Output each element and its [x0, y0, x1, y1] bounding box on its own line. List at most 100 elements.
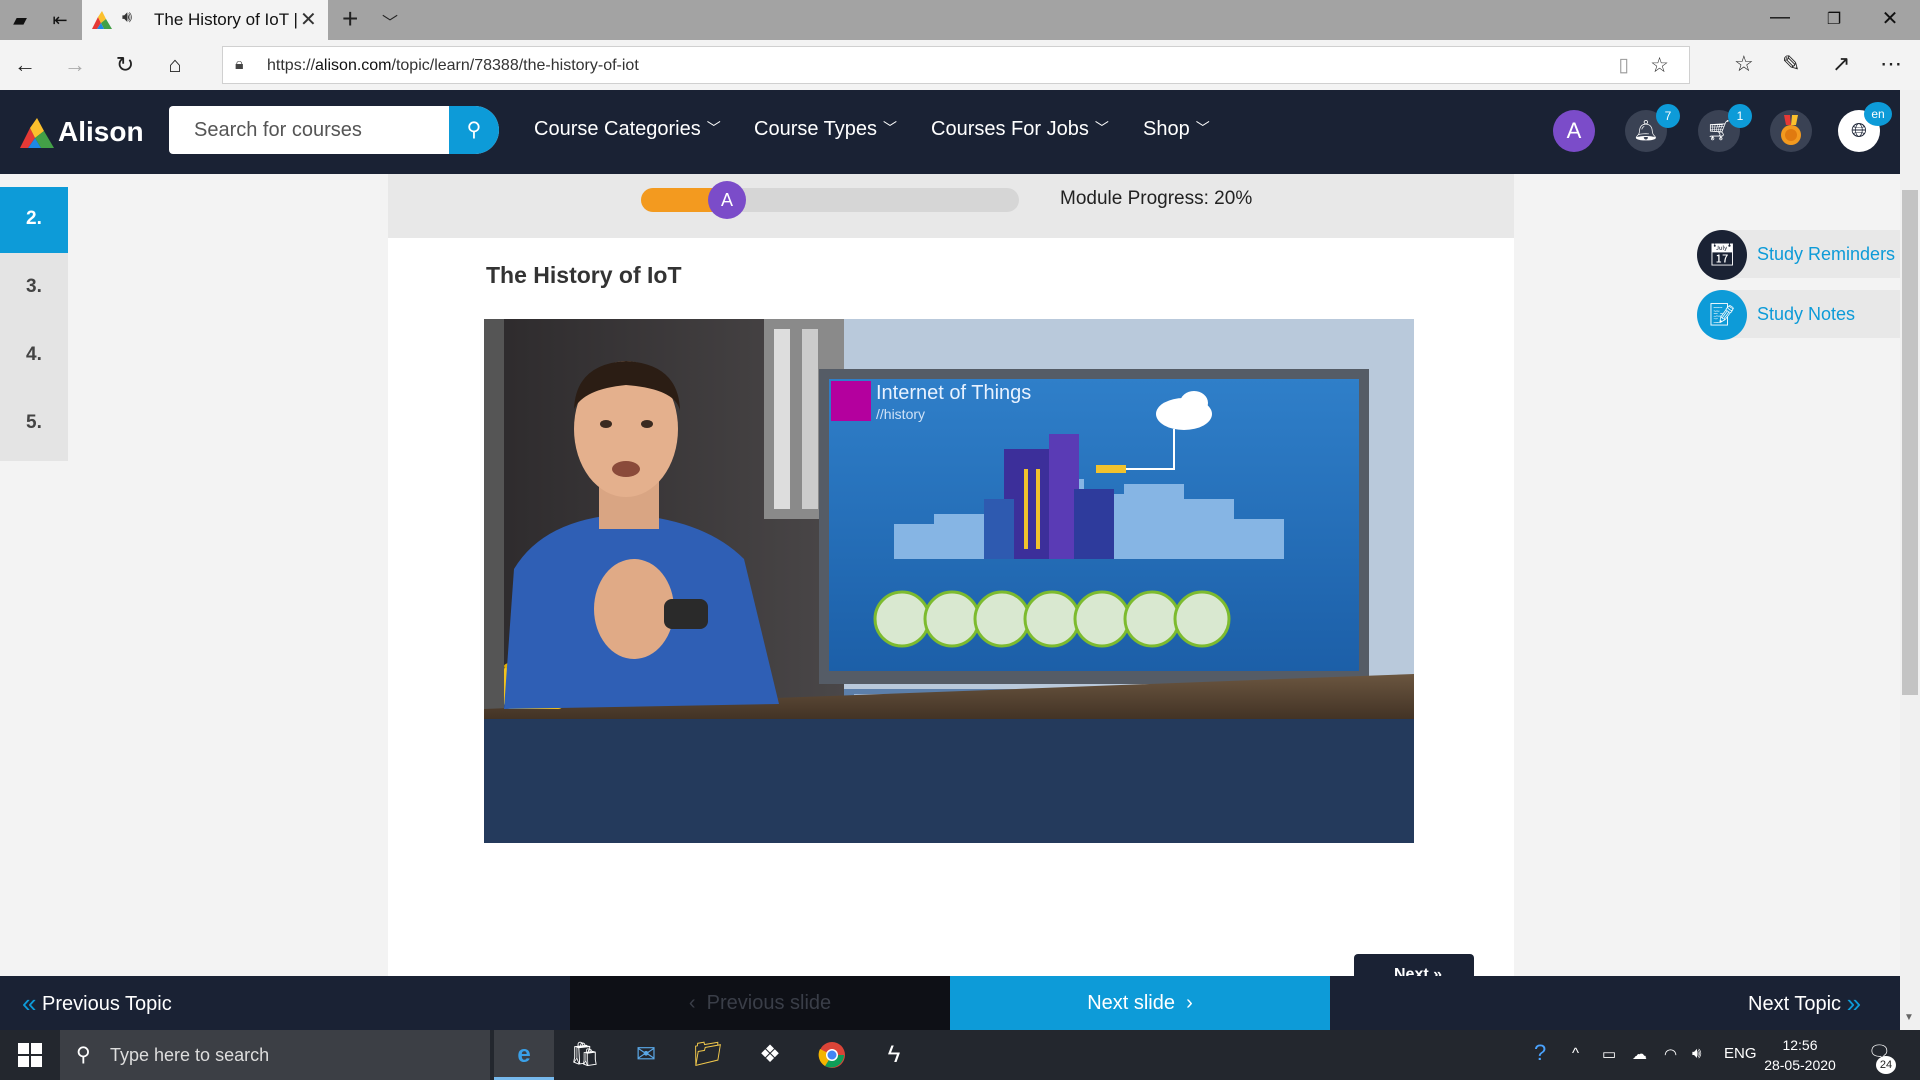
previous-slide-button[interactable]: ‹ Previous slide — [570, 976, 950, 1030]
url-field[interactable]: 🔒︎ https://alison.com/topic/learn/78388/… — [222, 46, 1690, 84]
pen-icon[interactable]: ✎ — [1782, 51, 1800, 77]
chevron-down-icon: ﹀ — [706, 120, 721, 136]
taskbar-search-placeholder: Type here to search — [110, 1045, 270, 1065]
restore-icon[interactable]: ❐ — [1814, 9, 1854, 29]
previous-topic-button[interactable]: « Previous Topic — [22, 976, 172, 1030]
clock-time: 12:56 — [1782, 1037, 1818, 1053]
minimize-icon[interactable]: — — [1760, 6, 1800, 29]
alison-logo-icon — [20, 118, 54, 148]
home-icon[interactable]: ⌂ — [160, 50, 190, 80]
module-progress-bar: A — [641, 181, 1019, 219]
user-avatar[interactable]: A — [1553, 110, 1595, 152]
video-frame: Internet of Things //history — [484, 319, 1414, 843]
calendar-clock-icon: 📅︎ — [1697, 230, 1747, 280]
medal-graphic — [1781, 115, 1801, 145]
double-chevron-left-icon: « — [22, 988, 37, 1018]
search-input[interactable] — [169, 106, 449, 154]
alison-favicon-icon — [92, 11, 112, 29]
favorite-star-icon[interactable]: ☆ — [1650, 53, 1669, 78]
progress-knob: A — [708, 181, 746, 219]
module-progress-band: A Module Progress: 20% — [388, 174, 1514, 238]
tab-actions-icon[interactable]: ▰ — [8, 8, 32, 32]
taskbar-search[interactable]: ⚲ Type here to search — [60, 1030, 490, 1080]
search-button[interactable]: ⚲ — [449, 106, 499, 154]
sidebar-item-3[interactable]: 3. — [0, 255, 68, 321]
language-badge: en — [1864, 102, 1892, 126]
slide-subtitle: //history — [876, 406, 925, 422]
sidebar-item-5[interactable]: 5. — [0, 391, 68, 457]
chevron-down-icon: ﹀ — [1195, 120, 1210, 136]
lock-icon: 🔒︎ — [235, 56, 244, 73]
input-language[interactable]: ENG — [1724, 1045, 1757, 1062]
double-chevron-right-icon: » — [1846, 988, 1862, 1018]
tray-chevron-up-icon[interactable]: ^ — [1572, 1045, 1579, 1062]
new-tab-icon[interactable]: + — [342, 3, 358, 35]
slide-title: Internet of Things — [876, 382, 1031, 404]
window-close-icon[interactable]: ✕ — [1870, 6, 1910, 31]
next-topic-button[interactable]: Next Topic » — [1748, 976, 1861, 1030]
set-aside-tabs-icon[interactable]: ⇤ — [48, 8, 72, 32]
windows-start-icon[interactable] — [18, 1043, 42, 1067]
chrome-logo — [818, 1042, 845, 1068]
app-bolt-icon[interactable]: ϟ — [864, 1030, 924, 1080]
sidebar-item-2[interactable]: 2. — [0, 187, 68, 253]
onedrive-icon[interactable]: ☁ — [1632, 1045, 1647, 1063]
menu-course-types[interactable]: Course Types ﹀ — [754, 118, 897, 141]
study-notes-widget[interactable]: 📝︎ Study Notes — [1697, 290, 1907, 340]
help-icon[interactable]: ? — [1534, 1040, 1546, 1066]
topic-sidebar: 2. 3. 4. 5. — [0, 187, 68, 461]
chevron-down-icon: ﹀ — [1094, 120, 1109, 136]
store-icon[interactable]: 🛍︎ — [555, 1030, 615, 1080]
lesson-bottom-nav: « Previous Topic ‹ Previous slide Next s… — [0, 976, 1900, 1030]
page-scrollbar[interactable]: ▼ — [1900, 90, 1920, 1030]
brand-name: Alison — [58, 116, 144, 147]
reading-view-icon[interactable]: ▯ — [1619, 54, 1629, 77]
dropbox-icon[interactable]: ❖ — [740, 1030, 800, 1080]
lesson-content: A Module Progress: 20% The History of Io… — [388, 174, 1514, 984]
wifi-icon[interactable]: ◠ — [1664, 1045, 1677, 1063]
menu-shop[interactable]: Shop ﹀ — [1143, 118, 1210, 141]
scrollbar-thumb[interactable] — [1902, 190, 1918, 695]
clock-date: 28-05-2020 — [1764, 1057, 1836, 1073]
site-header: Alison ⚲ Course Categories﹀ Course Types… — [0, 90, 1900, 174]
forward-icon[interactable]: → — [60, 50, 90, 80]
file-explorer-icon[interactable]: 📁︎ — [678, 1030, 738, 1080]
notes-edit-icon: 📝︎ — [1697, 290, 1747, 340]
mail-icon[interactable]: ✉ — [616, 1030, 676, 1080]
more-options-icon[interactable]: ⋯ — [1880, 51, 1902, 77]
chevron-right-icon: › — [1186, 992, 1193, 1014]
study-notes-label: Study Notes — [1757, 304, 1856, 324]
tab-list-chevron-icon[interactable]: ﹀ — [382, 9, 398, 33]
scroll-down-icon[interactable]: ▼ — [1904, 1012, 1914, 1023]
browser-tab[interactable]: 🔊︎ The History of IoT | ✕ — [82, 0, 328, 40]
share-icon[interactable]: ↗ — [1832, 51, 1850, 77]
address-bar-row: ← → ↻ ⌂ 🔒︎ https://alison.com/topic/lear… — [0, 40, 1920, 90]
menu-courses-for-jobs[interactable]: Courses For Jobs ﹀ — [931, 118, 1109, 141]
refresh-icon[interactable]: ↻ — [110, 50, 140, 80]
back-icon[interactable]: ← — [10, 50, 40, 80]
volume-icon[interactable]: 🔊︎ — [1692, 1045, 1701, 1062]
chrome-icon[interactable] — [802, 1030, 862, 1080]
course-search: ⚲ — [169, 106, 499, 154]
next-slide-button[interactable]: Next slide › — [950, 976, 1330, 1030]
module-progress-label: Module Progress: 20% — [1060, 188, 1253, 209]
sidebar-item-4[interactable]: 4. — [0, 323, 68, 389]
search-icon: ⚲ — [76, 1044, 91, 1066]
chevron-left-icon: ‹ — [688, 992, 696, 1014]
search-icon: ⚲ — [466, 119, 482, 141]
lesson-video[interactable]: Internet of Things //history — [484, 319, 1414, 843]
menu-course-categories[interactable]: Course Categories ﹀ — [534, 118, 721, 141]
windows-taskbar: ⚲ Type here to search e 🛍︎ ✉ 📁︎ ❖ ϟ ? ^ … — [0, 1030, 1920, 1080]
url-text: https://alison.com/topic/learn/78388/the… — [267, 57, 639, 74]
battery-icon[interactable]: ▭ — [1602, 1045, 1616, 1063]
study-reminders-widget[interactable]: 📅︎ Study Reminders — [1697, 230, 1907, 280]
taskbar-clock[interactable]: 12:56 28-05-2020 — [1760, 1035, 1840, 1075]
notifications-badge: 7 — [1656, 104, 1680, 128]
speaker-icon[interactable]: 🔊︎ — [122, 9, 132, 27]
favorites-list-icon[interactable]: ☆ — [1734, 51, 1754, 77]
action-center-badge: 24 — [1876, 1056, 1896, 1074]
edge-browser-icon[interactable]: e — [494, 1030, 554, 1080]
close-tab-icon[interactable]: ✕ — [300, 7, 317, 32]
medal-icon[interactable] — [1770, 110, 1812, 152]
study-reminders-label: Study Reminders — [1757, 244, 1896, 264]
